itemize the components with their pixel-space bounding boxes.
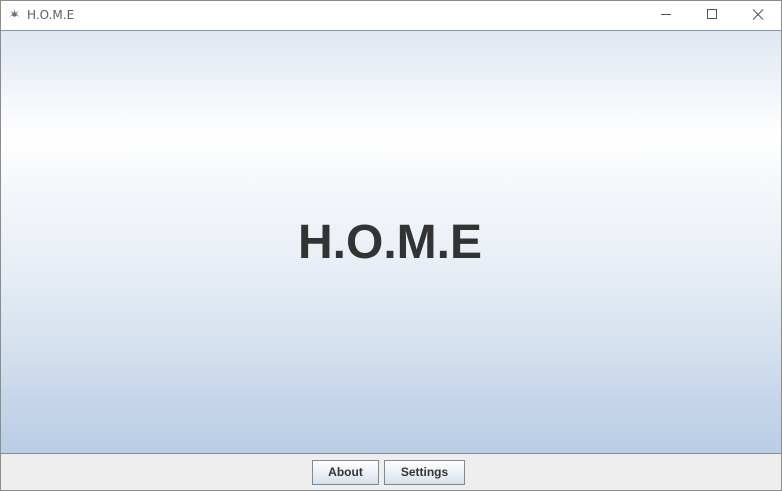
close-icon [752, 9, 764, 20]
main-panel: H.O.M.E [1, 30, 781, 454]
maximize-button[interactable] [689, 1, 735, 30]
minimize-icon [661, 14, 671, 15]
about-button[interactable]: About [312, 460, 379, 485]
minimize-button[interactable] [643, 1, 689, 30]
settings-button[interactable]: Settings [384, 460, 465, 485]
button-bar: About Settings [1, 453, 781, 490]
title-bar[interactable]: H.O.M.E [1, 1, 781, 30]
window-title: H.O.M.E [27, 8, 75, 22]
maximize-icon [707, 9, 717, 19]
app-window: H.O.M.E H.O.M.E About Settings [0, 0, 782, 491]
app-icon [9, 9, 20, 17]
page-title: H.O.M.E [297, 216, 482, 269]
close-button[interactable] [735, 1, 781, 30]
